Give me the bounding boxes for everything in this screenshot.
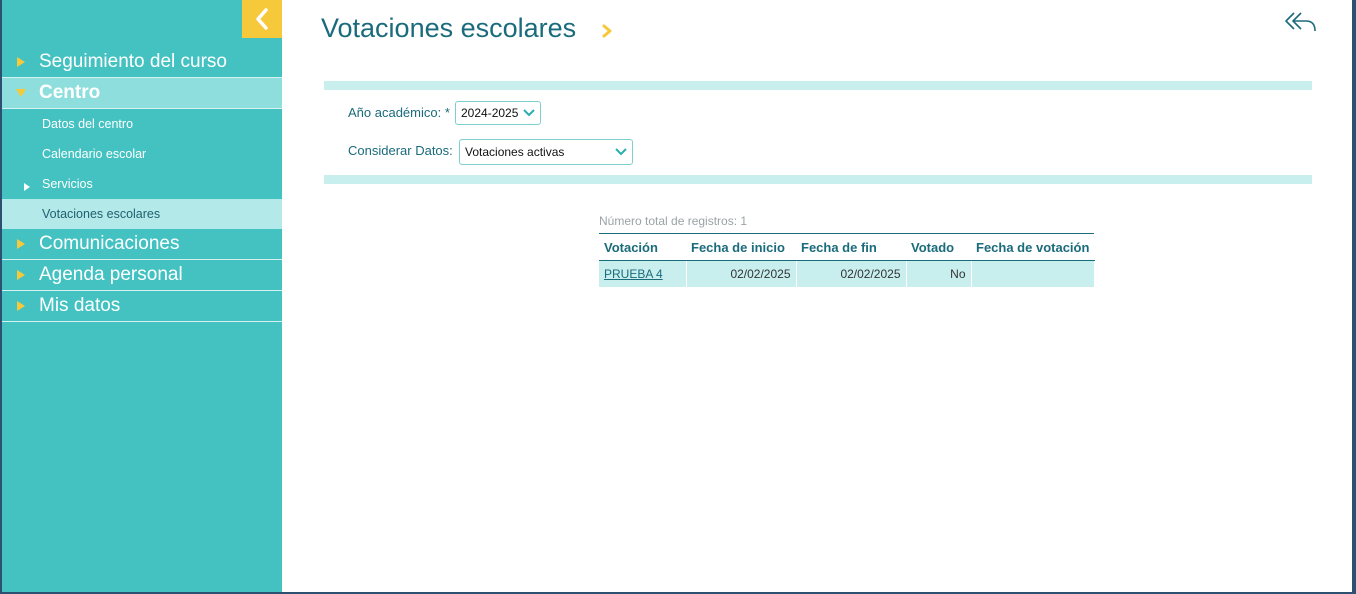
sidebar-item-centro[interactable]: Centro: [2, 78, 282, 109]
sidebar-item-label: Mis datos: [39, 295, 121, 316]
sidebar-item-comunicaciones[interactable]: Comunicaciones: [2, 229, 282, 260]
sidebar-item-label: Seguimiento del curso: [39, 51, 227, 72]
caret-right-icon: [2, 300, 39, 312]
reply-all-icon[interactable]: [1284, 10, 1318, 39]
year-select-value: 2024-2025: [461, 106, 519, 120]
sidebar-item-label: Centro: [39, 82, 101, 103]
sidebar-collapse-button[interactable]: [242, 0, 282, 38]
sidebar-menu: Seguimiento del curso Centro Datos del c…: [2, 47, 282, 322]
chevron-left-icon: [256, 8, 268, 30]
sidebar: Seguimiento del curso Centro Datos del c…: [2, 0, 282, 592]
sidebar-item-label: Datos del centro: [42, 117, 134, 131]
column-header[interactable]: Fecha de inicio: [686, 233, 796, 261]
filter-band-top: [324, 81, 1312, 90]
sidebar-subitem-datos-centro[interactable]: Datos del centro: [2, 109, 282, 139]
year-label: Año académico: *: [348, 105, 450, 120]
page-title: Votaciones escolares: [321, 13, 577, 43]
sidebar-item-agenda[interactable]: Agenda personal: [2, 260, 282, 291]
caret-right-icon: [2, 238, 39, 250]
chevron-down-icon: [523, 109, 535, 117]
data-select-value: Votaciones activas: [465, 145, 565, 159]
year-select[interactable]: 2024-2025: [455, 101, 541, 125]
sidebar-item-label: Votaciones escolares: [42, 207, 161, 221]
filter-band-bottom: [324, 175, 1312, 184]
caret-right-icon: [2, 269, 39, 281]
caret-right-icon: [2, 56, 39, 68]
app-frame: Seguimiento del curso Centro Datos del c…: [2, 0, 1352, 592]
cell-votado: No: [906, 260, 972, 287]
sidebar-item-seguimiento[interactable]: Seguimiento del curso: [2, 47, 282, 78]
chevron-right-icon: [602, 24, 612, 43]
cell-fecha-inicio: 02/02/2025: [686, 260, 797, 287]
cell-fecha-votacion: [971, 260, 1095, 287]
cell-fecha-fin: 02/02/2025: [796, 260, 907, 287]
sidebar-item-label: Calendario escolar: [42, 147, 147, 161]
votacion-link[interactable]: PRUEBA 4: [604, 267, 663, 281]
sidebar-subitem-votaciones[interactable]: Votaciones escolares: [2, 199, 282, 229]
caret-down-icon: [2, 88, 39, 98]
data-select[interactable]: Votaciones activas: [459, 139, 633, 165]
cell-votacion: PRUEBA 4: [599, 260, 687, 287]
sidebar-item-mis-datos[interactable]: Mis datos: [2, 291, 282, 322]
sidebar-subitem-calendario[interactable]: Calendario escolar: [2, 139, 282, 169]
sidebar-item-label: Servicios: [42, 177, 93, 191]
caret-right-icon: [24, 180, 30, 194]
sidebar-item-label: Comunicaciones: [39, 233, 180, 254]
sidebar-item-label: Agenda personal: [39, 264, 183, 285]
column-header[interactable]: Fecha de fin: [796, 233, 906, 261]
column-header[interactable]: Fecha de votación: [971, 233, 1095, 261]
sidebar-subitem-servicios[interactable]: Servicios: [2, 169, 282, 199]
data-label: Considerar Datos:: [348, 143, 453, 158]
table-header-row: Votación Fecha de inicio Fecha de fin Vo…: [599, 233, 1095, 261]
table-row: PRUEBA 4 02/02/2025 02/02/2025 No: [599, 260, 1095, 287]
chevron-down-icon: [615, 148, 627, 156]
records-count: Número total de registros: 1: [599, 214, 748, 228]
votaciones-table: Votación Fecha de inicio Fecha de fin Vo…: [599, 233, 1095, 287]
column-header[interactable]: Votado: [906, 233, 971, 261]
column-header[interactable]: Votación: [599, 233, 686, 261]
